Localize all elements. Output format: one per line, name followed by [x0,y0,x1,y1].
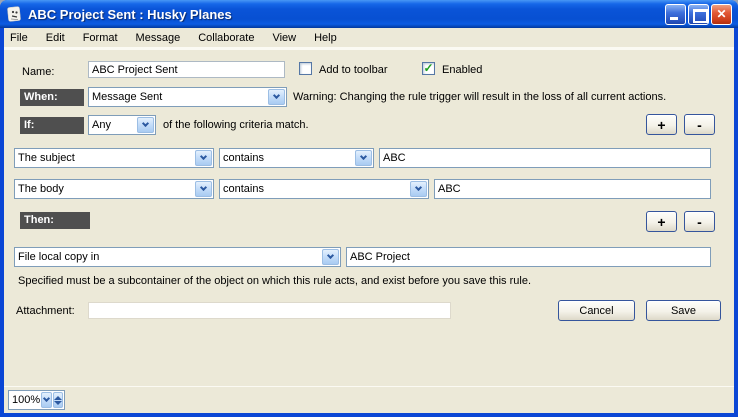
enabled-checkbox[interactable]: ✓ [422,62,435,75]
check-icon: ✓ [423,63,433,74]
window-title: ABC Project Sent : Husky Planes [28,7,665,22]
statusbar: 100% [4,386,734,413]
cancel-button[interactable]: Cancel [558,300,635,321]
menu-item-help[interactable]: Help [305,29,346,47]
criteria-operator-value: contains [220,152,354,164]
criteria-operator-select[interactable]: contains [219,179,429,199]
criteria-field-value: The subject [15,152,194,164]
close-button[interactable]: ✕ [711,4,732,25]
spin-down-icon[interactable] [54,401,62,405]
criteria-value-input[interactable] [434,179,711,199]
chevron-down-icon [195,181,212,197]
rule-editor-window: ABC Project Sent : Husky Planes ✕ File E… [0,0,738,417]
chevron-down-icon [268,89,285,105]
if-remove-criteria-button[interactable]: - [684,114,715,135]
then-remove-action-button[interactable]: - [684,211,715,232]
menu-item-view[interactable]: View [263,29,305,47]
name-label: Name: [22,66,54,78]
add-to-toolbar-checkbox[interactable] [299,62,312,75]
menu-item-edit[interactable]: Edit [37,29,74,47]
attachment-label: Attachment: [16,305,75,317]
criteria-field-select[interactable]: The subject [14,148,214,168]
menu-item-collaborate[interactable]: Collaborate [189,29,263,47]
criteria-value-input[interactable] [379,148,711,168]
if-suffix-text: of the following criteria match. [163,119,309,131]
when-section-label: When: [20,89,84,106]
when-warning-text: Warning: Changing the rule trigger will … [293,91,666,103]
zoom-spinner[interactable] [53,392,63,408]
attachment-input[interactable] [88,302,451,319]
criteria-operator-select[interactable]: contains [219,148,374,168]
zoom-value: 100% [9,394,40,406]
if-add-criteria-button[interactable]: + [646,114,677,135]
chevron-down-icon [410,181,427,197]
menu-item-message[interactable]: Message [127,29,190,47]
window-controls: ✕ [665,4,732,25]
save-button[interactable]: Save [646,300,721,321]
criteria-field-select[interactable]: The body [14,179,214,199]
spin-up-icon[interactable] [54,396,62,400]
menubar: File Edit Format Message Collaborate Vie… [4,28,734,50]
app-icon [6,6,23,23]
chevron-down-icon[interactable] [41,392,52,408]
if-section-label: If: [20,117,84,134]
chevron-down-icon [322,249,339,265]
when-trigger-value: Message Sent [89,91,267,103]
then-add-action-button[interactable]: + [646,211,677,232]
maximize-button[interactable] [688,4,709,25]
enabled-label: Enabled [442,64,482,76]
criteria-field-value: The body [15,183,194,195]
add-to-toolbar-label: Add to toolbar [319,64,388,76]
chevron-down-icon [137,117,154,133]
action-value: File local copy in [15,251,321,263]
minimize-button[interactable] [665,4,686,25]
when-trigger-select[interactable]: Message Sent [88,87,287,107]
subcontainer-note-text: Specified must be a subcontainer of the … [18,275,531,287]
action-target-input[interactable] [346,247,711,267]
if-match-select[interactable]: Any [88,115,156,135]
zoom-control[interactable]: 100% [8,390,65,410]
if-match-value: Any [89,119,136,131]
menu-item-file[interactable]: File [4,29,37,47]
name-input[interactable] [88,61,285,78]
action-select[interactable]: File local copy in [14,247,341,267]
criteria-operator-value: contains [220,183,409,195]
chevron-down-icon [355,150,372,166]
menu-item-format[interactable]: Format [74,29,127,47]
then-section-label: Then: [20,212,90,229]
titlebar: ABC Project Sent : Husky Planes ✕ [0,0,738,28]
chevron-down-icon [195,150,212,166]
